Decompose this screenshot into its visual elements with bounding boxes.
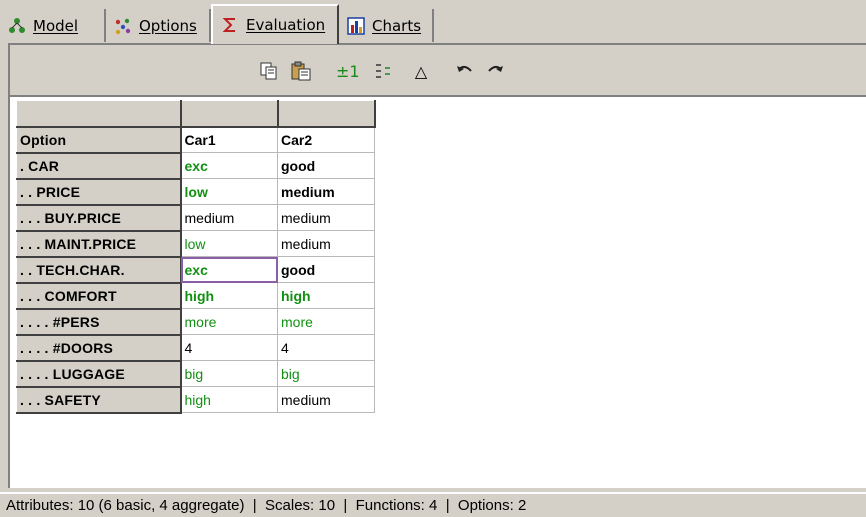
row-header[interactable]: . CAR [16, 152, 182, 180]
row-header[interactable]: . . PRICE [16, 178, 182, 206]
corner-cell [16, 100, 182, 128]
row-header[interactable]: . . . BUY.PRICE [16, 204, 182, 232]
status-text: Attributes: 10 (6 basic, 4 aggregate) | … [6, 497, 527, 514]
value-cell[interactable]: medium [277, 230, 375, 257]
tab-charts-label: Charts [372, 16, 422, 35]
value-cell[interactable]: low [180, 230, 278, 257]
value-cell[interactable]: medium [180, 204, 278, 231]
table-row: . CAR exc good [16, 152, 375, 180]
row-header[interactable]: . . . COMFORT [16, 282, 182, 310]
tab-charts[interactable]: Charts [339, 9, 434, 42]
value-cell[interactable]: big [180, 360, 278, 387]
status-bar: Attributes: 10 (6 basic, 4 aggregate) | … [0, 492, 866, 517]
value-cell[interactable]: big [277, 360, 375, 387]
paste-button[interactable] [290, 59, 312, 83]
copy-icon [259, 61, 279, 81]
expand-icon [373, 61, 393, 81]
value-cell[interactable]: more [277, 308, 375, 335]
row-header[interactable]: . . . . #PERS [16, 308, 182, 336]
value-cell[interactable]: low [180, 178, 278, 205]
table-row: . . . MAINT.PRICE low medium [16, 230, 375, 258]
undo-icon [455, 63, 475, 79]
row-header[interactable]: . . TECH.CHAR. [16, 256, 182, 284]
triangle-icon: △ [414, 61, 428, 81]
tab-options-label: Options [139, 16, 197, 35]
tab-bar: Model Options Evaluation Charts [0, 0, 866, 44]
selected-value-cell[interactable]: exc [180, 256, 278, 283]
value-cell[interactable]: exc [180, 152, 278, 179]
toolbar: ±1 △ [10, 45, 866, 97]
table-row: . . . . LUGGAGE big big [16, 360, 375, 388]
redo-button[interactable] [484, 59, 506, 83]
column-header-car1[interactable]: Car1 [180, 126, 278, 153]
copy-button[interactable] [258, 59, 280, 83]
value-cell[interactable]: 4 [180, 334, 278, 361]
tab-model-label: Model [33, 16, 79, 35]
redo-icon [485, 63, 505, 79]
table-row: . . . COMFORT high high [16, 282, 375, 310]
sigma-icon [221, 16, 239, 34]
row-header[interactable]: . . . SAFETY [16, 386, 182, 414]
tab-evaluation-label: Evaluation [246, 16, 326, 34]
undo-button[interactable] [454, 59, 476, 83]
tab-evaluation[interactable]: Evaluation [211, 4, 339, 44]
paste-icon [290, 61, 312, 81]
table-row: . . . BUY.PRICE medium medium [16, 204, 375, 232]
value-cell[interactable]: more [180, 308, 278, 335]
value-cell[interactable]: medium [277, 178, 375, 205]
expand-button[interactable] [372, 59, 394, 83]
column-header-blank-2[interactable] [277, 100, 376, 128]
table-row: . . PRICE low medium [16, 178, 375, 206]
evaluation-grid: Option Car1 Car2 . CAR exc good . . PRIC… [16, 100, 376, 414]
triangle-button[interactable]: △ [410, 59, 432, 83]
value-cell[interactable]: high [180, 386, 278, 413]
table-row: . . . . #DOORS 4 4 [16, 334, 375, 362]
table-row: . . TECH.CHAR. exc good [16, 256, 375, 284]
value-cell[interactable]: 4 [277, 334, 375, 361]
row-header[interactable]: . . . . LUGGAGE [16, 360, 182, 388]
tree-icon [8, 17, 26, 35]
value-cell[interactable]: high [277, 282, 375, 309]
evaluation-panel: ±1 △ Option Car1 Car2 . CAR exc good . .… [8, 43, 866, 488]
table-row: . . . . #PERS more more [16, 308, 375, 336]
row-header[interactable]: . . . . #DOORS [16, 334, 182, 362]
column-header-car2[interactable]: Car2 [277, 126, 375, 153]
row-header[interactable]: . . . MAINT.PRICE [16, 230, 182, 258]
table-row: . . . SAFETY high medium [16, 386, 375, 414]
tab-options[interactable]: Options [106, 9, 211, 42]
bar-chart-icon [347, 16, 365, 35]
grid-top-header-row [16, 100, 376, 128]
tab-model[interactable]: Model [0, 9, 106, 42]
column-header-blank-1[interactable] [180, 100, 279, 128]
option-header: Option [16, 126, 182, 154]
dots-icon [114, 17, 132, 35]
plus-minus-label: ±1 [336, 61, 360, 81]
value-cell[interactable]: good [277, 152, 375, 179]
value-cell[interactable]: medium [277, 386, 375, 413]
value-cell[interactable]: good [277, 256, 375, 283]
grid-header-row: Option Car1 Car2 [16, 126, 375, 154]
value-cell[interactable]: high [180, 282, 278, 309]
value-cell[interactable]: medium [277, 204, 375, 231]
plus-minus-button[interactable]: ±1 [336, 59, 360, 83]
